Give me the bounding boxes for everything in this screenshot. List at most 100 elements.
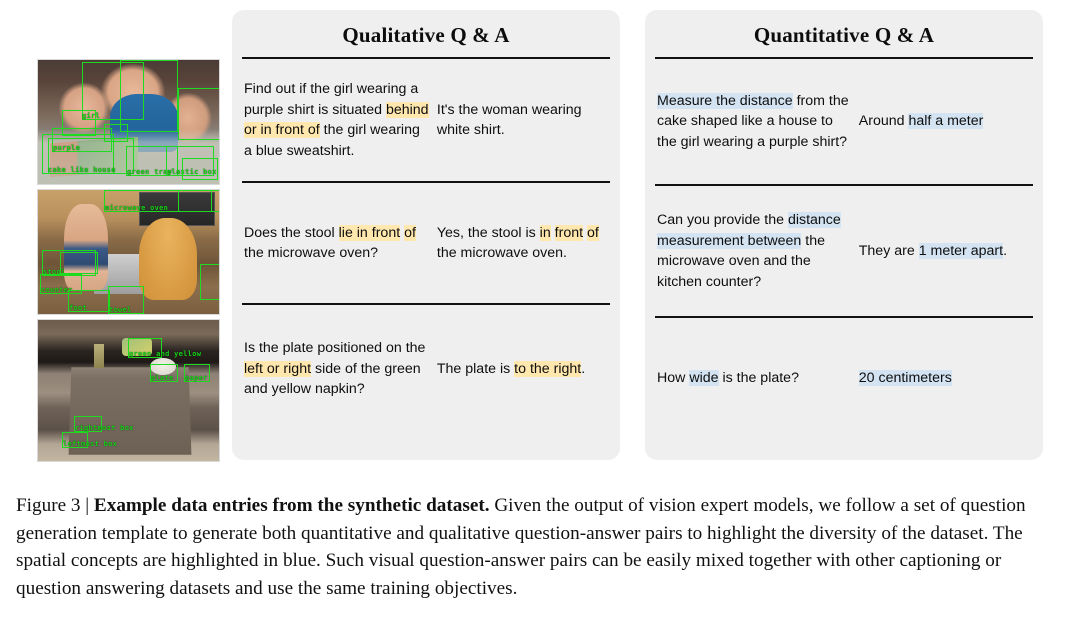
detection-box [62,432,88,448]
qa-question: Measure the distance from the cake shape… [657,91,859,153]
detection-box [40,274,82,294]
highlight-yellow: in [539,224,551,241]
qa-answer: 20 centimeters [858,368,1031,389]
detection-box [74,416,102,432]
text-segment: Yes, the stool is [436,224,540,241]
detection-label: plate [151,374,174,382]
detection-box [178,88,219,140]
qa-row: Is the plate positioned on the left or r… [232,305,620,433]
detection-box [182,158,218,180]
text-segment: It's the woman wearing white shirt. [436,101,582,139]
detection-box [126,146,178,176]
quantitative-card-title: Quantitative Q & A [753,23,935,47]
photo-three-girls-lego-model: girl purple cake like house green tray plast… [37,59,220,185]
qa-row: Find out if the girl wearing a purple sh… [232,59,620,181]
qualitative-card-title: Qualitative Q & A [342,23,510,47]
detection-label: counter [41,286,73,294]
highlight-blue: half a meter [908,113,984,130]
detection-label: microwave oven [105,204,169,212]
highlight-blue: 1 meter apart [918,242,1004,259]
text-segment: Does the stool [244,224,339,241]
qa-question: Find out if the girl wearing a purple sh… [244,79,437,161]
photo-kitchen-boy-stool-microwave: microwave oven stool counter foot towel [37,189,220,315]
detection-box [108,286,144,314]
qualitative-qa-card: Qualitative Q & A Find out if the girl w… [232,10,620,460]
detection-box [120,60,178,132]
caption-figure-label: Figure 3 | [16,495,94,516]
text-segment: is the plate? [718,369,799,386]
detection-box [42,250,96,276]
qa-answer: It's the woman wearing white shirt. [437,100,608,141]
text-segment: The plate is [436,360,515,377]
detection-label: leftmost box [63,440,118,448]
detection-label: stool [43,268,66,276]
detection-box [62,110,96,136]
text-segment: Around [858,113,909,130]
detection-label: foot [69,304,88,312]
detection-box [104,190,212,212]
qa-answer: Yes, the stool is in front of the microw… [437,223,608,264]
text-segment: the microwave oven? [244,245,379,261]
detection-label: towel [109,306,132,314]
detection-label: cake like house [48,166,116,174]
detection-box [82,62,144,120]
text-segment: . [1003,242,1008,259]
qa-row: Can you provide the distance measurement… [645,186,1043,316]
qa-question: Can you provide the distance measurement… [657,210,859,292]
detection-box [178,190,219,212]
qa-answer: The plate is to the right. [437,359,608,380]
highlight-blue: 20 centimeters [858,369,952,386]
detection-label: girl [82,112,101,120]
detection-box [48,138,134,174]
detection-box [150,364,178,382]
photo-2-detections: microwave oven stool counter foot towel [38,190,219,314]
caption-bold-title: Example data entries from the synthetic … [93,495,490,516]
qualitative-rows: Find out if the girl wearing a purple sh… [232,59,620,433]
detection-box [200,264,219,300]
qa-answer: Around half a meter [859,111,1031,132]
highlight-yellow: of [404,224,416,241]
detection-box [166,146,214,176]
text-segment: the microwave oven. [436,245,567,261]
detection-label: plastic box [167,168,217,176]
qa-answer: They are 1 meter apart. [859,241,1031,262]
text-segment: How [657,369,690,386]
quantitative-qa-card: Quantitative Q & A Measure the distance … [645,10,1043,460]
text-segment: . [581,360,586,377]
detection-label: green and yellow [129,350,202,358]
highlight-yellow: front [554,224,584,241]
qa-row: Does the stool lie in front of the micro… [232,183,620,303]
text-segment: Is the plate positioned on the [244,340,426,357]
example-images-column: girl purple cake like house green tray plast… [37,59,220,462]
detection-box [104,124,128,142]
highlight-yellow: to the right [514,360,582,377]
highlight-yellow: left or right [244,360,312,377]
text-segment: Can you provide the [657,212,788,228]
highlight-blue: Measure the distance [657,92,793,109]
qa-question: Does the stool lie in front of the micro… [244,223,437,264]
detection-label: paper [185,374,208,382]
text-segment: They are [858,242,919,259]
detection-label: purple [53,144,81,152]
qa-question: Is the plate positioned on the left or r… [244,338,437,400]
detection-box [184,364,210,382]
figure-3: girl purple cake like house green tray plast… [0,0,1080,480]
highlight-yellow: of [587,224,599,241]
detection-box [60,252,98,274]
figure-caption: Figure 3 | Example data entries from the… [16,492,1064,602]
qa-row: How wide is the plate? 20 centimeters [645,318,1043,438]
quantitative-rows: Measure the distance from the cake shape… [645,59,1043,438]
highlight-yellow: lie in front [338,224,401,241]
detection-box [68,290,110,312]
photo-3-detections: green and yellow plate paper rightmost box l… [38,320,219,461]
detection-box [52,128,112,152]
detection-label: rightmost box [75,424,134,432]
qa-row: Measure the distance from the cake shape… [645,59,1043,184]
highlight-blue: wide [689,369,719,386]
detection-label: green tray [127,168,173,176]
detection-box [42,134,114,174]
photo-1-detections: girl purple cake like house green tray plast… [38,60,219,184]
photo-table-plate-napkin-boxes: green and yellow plate paper rightmost box l… [37,319,220,462]
qa-question: How wide is the plate? [657,368,859,389]
detection-box [128,338,162,358]
